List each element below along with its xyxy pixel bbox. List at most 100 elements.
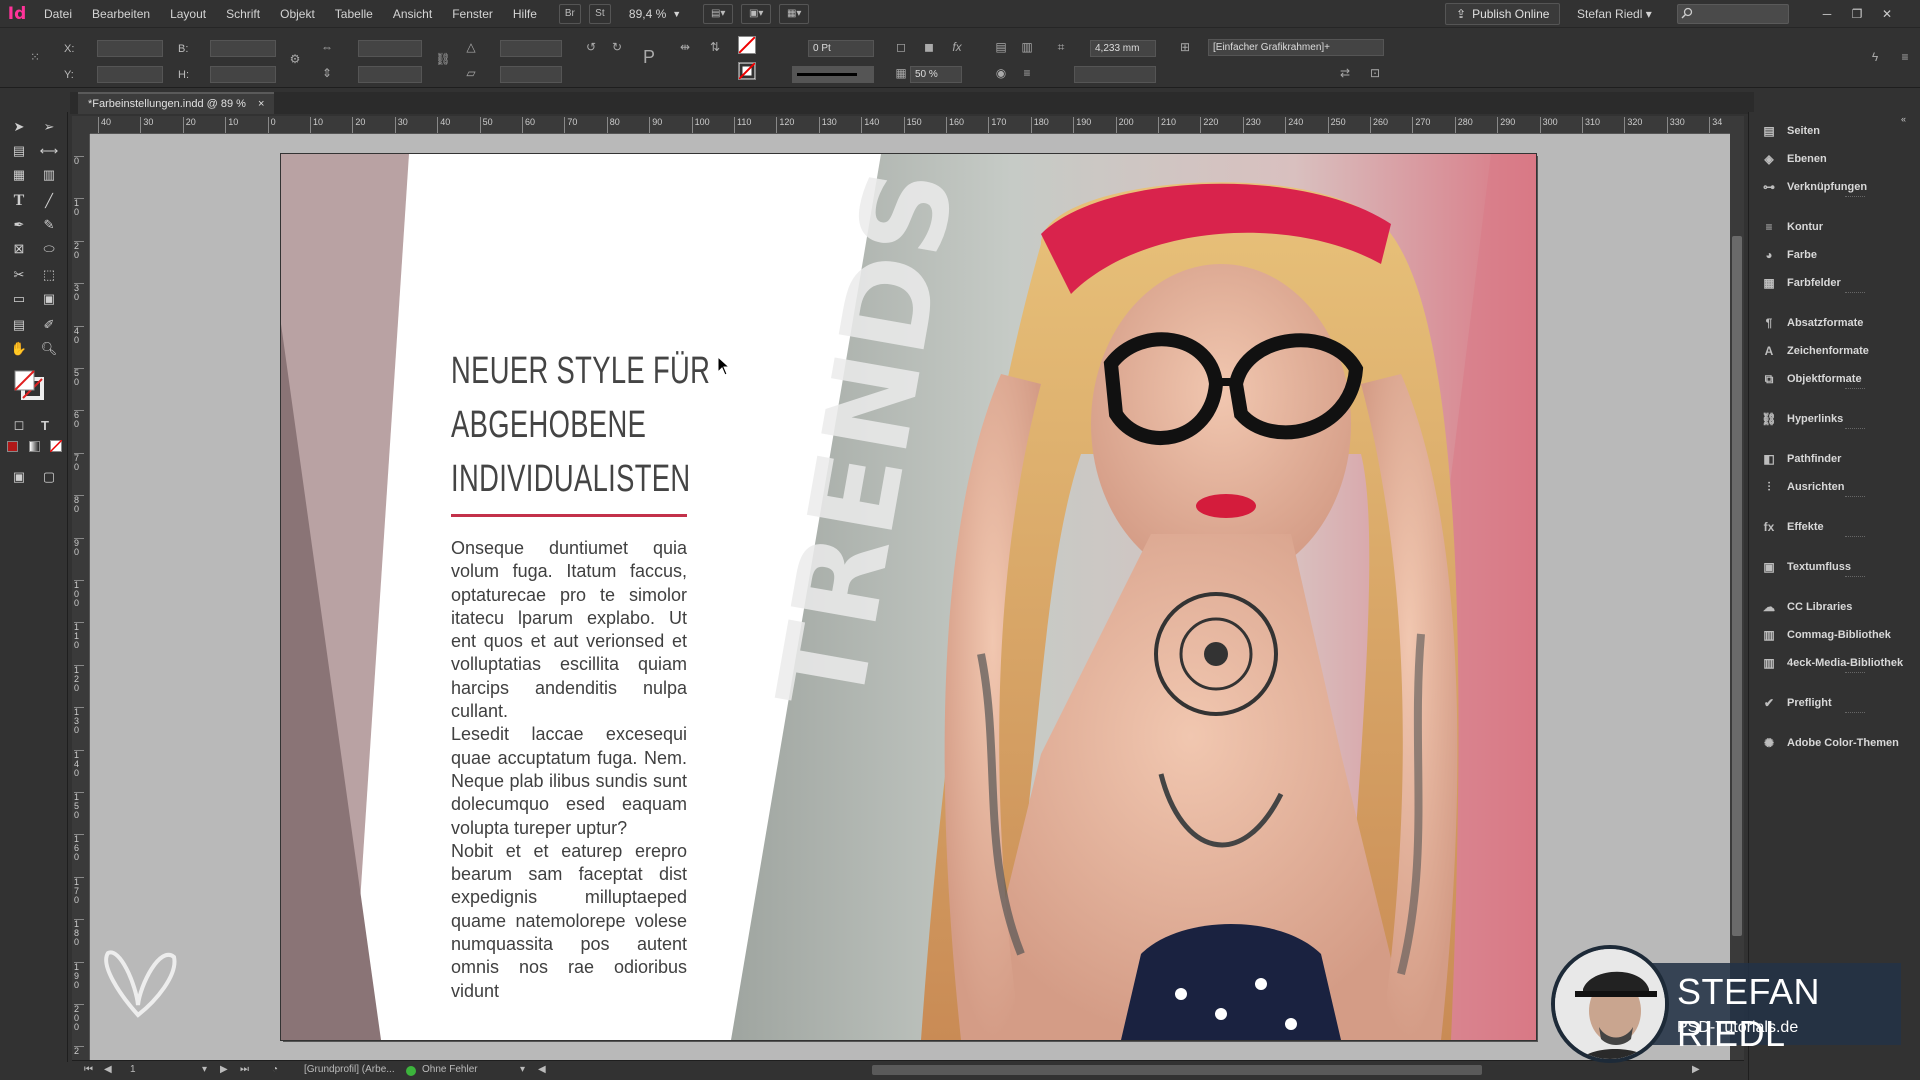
menu-datei[interactable]: Datei [34,0,82,28]
gap-tool-icon[interactable]: ⟷ [38,140,60,162]
panel-zeichenformate[interactable]: A Zeichenformate [1755,339,1915,363]
object-style-dropdown[interactable]: [Einfacher Grafikrahmen]+ [1208,39,1384,56]
panel-4eck-media-bibliothek[interactable]: ▥ 4eck-Media-Bibliothek [1755,651,1915,675]
close-window-icon[interactable]: ✕ [1872,0,1902,28]
zoom-tool-icon[interactable]: 🔍︎ [38,338,60,360]
vertical-scrollbar[interactable] [1730,116,1744,1060]
direct-selection-tool-icon[interactable]: ➢ [38,116,60,138]
ellipse-tool-icon[interactable]: ⬭ [38,238,60,260]
user-menu[interactable]: Stefan Riedl ▾ [1577,0,1652,28]
panel-ausrichten[interactable]: ⫶ Ausrichten [1755,475,1915,499]
frame-fitting-icon[interactable]: ⊡ [1366,64,1384,82]
opacity-field[interactable]: 50 % [910,66,962,83]
prev-page-icon[interactable]: ◀ [104,1064,112,1075]
corner-options-icon[interactable]: ⌗ [1052,38,1070,56]
arrange-documents-icon[interactable]: ▦▾ [779,3,810,24]
apply-none-icon[interactable] [48,438,64,454]
page-tool-icon[interactable]: ▤ [8,140,30,162]
content-collector-icon[interactable]: ▦ [8,164,30,186]
p-icon[interactable]: P [640,47,658,67]
vertical-ruler[interactable]: 0 1 0 2 0 3 0 4 0 5 0 6 0 7 0 8 0 9 0 1 0 0 1 1 0 1 … [72,134,90,1060]
free-transform-tool-icon[interactable]: ⬚ [38,264,60,286]
preflight-status[interactable]: Ohne Fehler [422,1064,478,1075]
note-tool-icon[interactable]: ▤ [8,314,30,336]
menu-tabelle[interactable]: Tabelle [325,0,383,28]
scissors-tool-icon[interactable]: ✂ [8,264,30,286]
panel-menu-icon[interactable]: ≡ [1896,48,1914,66]
scroll-left-icon[interactable]: ◀ [538,1064,546,1075]
profile-dropdown[interactable]: [Grundprofil] (Arbe... [304,1064,395,1075]
shadow-icon[interactable]: ◼ [920,38,938,56]
scale-x-field[interactable] [358,40,422,57]
gradient-swatch-tool-icon[interactable]: ▭ [8,288,30,310]
horizontal-scrollbar-thumb[interactable] [872,1065,1482,1075]
panel-effekte[interactable]: fx Effekte [1755,515,1915,539]
lightning-icon[interactable]: ϟ [1866,48,1884,66]
text-frame-options-icon[interactable]: ▥ [1018,38,1036,56]
fx-icon[interactable]: fx [948,38,966,56]
zoom-dropdown[interactable]: 89,4 % ▼ [629,7,681,21]
rotate-cw-icon[interactable]: ↻ [608,38,626,56]
ruler-origin[interactable] [72,116,90,134]
flip-horizontal-icon[interactable]: ⇹ [676,38,694,56]
panel-adobe-color-themen[interactable]: ✺ Adobe Color-Themen [1755,731,1915,755]
panel-textumfluss[interactable]: ▣ Textumfluss [1755,555,1915,579]
height-field[interactable] [210,66,276,83]
restore-icon[interactable]: ❐ [1842,0,1872,28]
panel-seiten[interactable]: ▤ Seiten [1755,119,1915,143]
panel-verknüpfungen[interactable]: ⊶ Verknüpfungen [1755,175,1915,199]
vertical-scrollbar-thumb[interactable] [1732,236,1742,936]
stock-button[interactable]: St [588,3,611,24]
horizontal-ruler[interactable]: 40 30 20 10 0 10 20 30 40 50 60 70 80 90 100 110 120 130 1… [90,116,1730,134]
open-page-icon[interactable]: ◔ [272,1064,278,1075]
content-placer-icon[interactable]: ▥ [38,164,60,186]
first-page-icon[interactable]: ⏮ [84,1064,93,1075]
flip-vertical-icon[interactable]: ⇅ [706,38,724,56]
panel-kontur[interactable]: ≡ Kontur [1755,215,1915,239]
text-frame-icon[interactable]: ▤ [992,38,1010,56]
formatting-container-icon[interactable]: ◻ [8,414,30,436]
panel-pathfinder[interactable]: ◧ Pathfinder [1755,447,1915,471]
link-scale-icon[interactable]: ⛓ [434,50,452,68]
center-content-icon[interactable]: ≡ [1018,64,1036,82]
quick-apply-icon[interactable]: ⇄ [1336,64,1354,82]
next-page-icon[interactable]: ▶ [220,1064,228,1075]
last-page-icon[interactable]: ⏭ [240,1064,249,1075]
panel-farbe[interactable]: ◕ Farbe [1755,243,1915,267]
menu-bearbeiten[interactable]: Bearbeiten [82,0,160,28]
apply-gradient-icon[interactable] [26,438,42,454]
corner-shape-dropdown[interactable] [1074,66,1156,83]
menu-hilfe[interactable]: Hilfe [503,0,547,28]
page-dropdown-icon[interactable]: ▾ [202,1064,207,1075]
panel-commag-bibliothek[interactable]: ▥ Commag-Bibliothek [1755,623,1915,647]
reference-point-icon[interactable]: ⁙ [26,48,44,66]
pen-tool-icon[interactable]: ✒ [8,214,30,236]
eyedropper-tool-icon[interactable]: ✐ [38,314,60,336]
rotation-field[interactable] [500,40,562,57]
panel-cc-libraries[interactable]: ☁ CC Libraries [1755,595,1915,619]
panel-ebenen[interactable]: ◈ Ebenen [1755,147,1915,171]
scale-y-field[interactable] [358,66,422,83]
normal-view-icon[interactable]: ▣ [8,466,30,488]
minimize-icon[interactable]: ─ [1812,0,1842,28]
headline[interactable]: NEUER STYLE FÜR ABGEHOBENE INDIVIDUALIST… [451,344,710,506]
document-page[interactable]: TRENDS NEUER STYLE FÜR ABGEHOBENE INDIVI… [280,153,1537,1041]
line-tool-icon[interactable]: ╱ [38,190,60,212]
panel-farbfelder[interactable]: ▦ Farbfelder [1755,271,1915,295]
panel-hyperlinks[interactable]: ⛓ Hyperlinks [1755,407,1915,431]
page-number-field[interactable]: 1 [130,1064,136,1075]
apply-color-icon[interactable] [4,438,20,454]
screen-mode-toggle-icon[interactable]: ▢ [38,466,60,488]
x-field[interactable] [97,40,163,57]
stroke-weight-field[interactable]: 0 Pt [808,40,874,57]
scroll-right-icon[interactable]: ▶ [1692,1064,1700,1075]
shear-field[interactable] [500,66,562,83]
pasteboard[interactable]: TRENDS NEUER STYLE FÜR ABGEHOBENE INDIVI… [90,134,1730,1060]
panel-absatzformate[interactable]: ¶ Absatzformate [1755,311,1915,335]
menu-ansicht[interactable]: Ansicht [383,0,442,28]
stroke-swatch-none[interactable] [738,62,756,80]
type-tool-icon[interactable]: T [8,190,30,212]
preflight-menu-icon[interactable]: ▾ [520,1064,525,1075]
constrain-proportions-icon[interactable]: ⚙ [286,50,304,68]
publish-online-button[interactable]: ⇪ Publish Online [1445,3,1561,25]
